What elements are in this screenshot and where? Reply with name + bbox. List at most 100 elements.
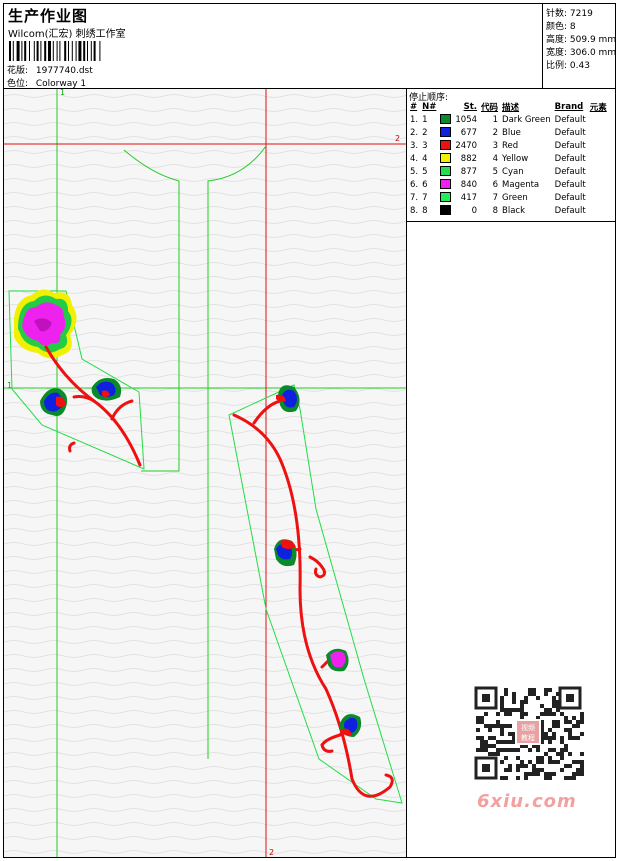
legend-code: 5 [492,166,499,177]
legend-n: 3 [422,140,428,151]
legend-element [588,204,609,217]
legend-header-row: # N# St. 代码 描述 Brand 元素 [408,101,609,113]
color-swatch [440,205,452,216]
legend-stitches: 2470 [455,140,478,151]
legend-stitches: 882 [460,153,478,164]
legend-n: 8 [422,205,428,216]
watermark: 6xiu.com [477,791,577,812]
legend-swatch [438,113,453,126]
legend-n: 7 [422,192,428,203]
legend-brand: Default [554,179,586,190]
legend-row: 6. 6 840 6 Magenta Default [408,178,609,191]
col-brand: Brand [554,102,584,112]
legend-element [588,139,609,152]
legend-index: 8. [410,205,419,216]
legend-index: 6. [410,179,419,190]
legend-element [588,165,609,178]
legend-stitches: 0 [471,205,478,216]
legend-stitches: 1054 [455,114,478,125]
height-value: 509.9 mm [569,35,617,45]
colorway-label: 色位: [7,79,29,89]
col-code: 代码 [481,103,499,113]
stitches-row: 针数: 7219 [546,6,593,19]
scale-value: 0.43 [569,61,590,71]
stop-sequence-legend: 停止顺序: # N# St. 代码 描述 Brand 元素 1. 1 1054 1 Da… [407,89,615,222]
design-label: 花版: [7,66,29,76]
barcode [9,41,101,61]
qr-badge-text-2: 教程 [521,733,535,742]
legend-desc: Yellow [502,153,529,164]
legend-brand: Default [554,127,586,138]
legend-swatch [438,165,453,178]
legend-n: 6 [422,179,428,190]
height-label: 高度: [546,35,568,45]
legend-index: 2. [410,127,419,138]
legend-brand: Default [554,166,586,177]
legend-swatch [438,126,453,139]
stitches-value: 7219 [569,9,593,19]
col-element: 元素 [589,103,607,113]
legend-desc: Green [502,192,528,203]
legend-brand: Default [554,205,586,216]
legend-code: 3 [492,140,499,151]
scale-row: 比例: 0.43 [546,58,590,71]
legend-index: 4. [410,153,419,164]
design-line: 花版: 1977740.dst [7,63,93,76]
legend-index: 1. [410,114,419,125]
legend-index: 3. [410,140,419,151]
axis-label-green-left: 1 [7,381,13,390]
legend-code: 8 [492,205,499,216]
legend-brand: Default [554,192,586,203]
color-swatch [440,127,452,138]
qr-badge-text-1: 视频 [521,723,535,732]
height-row: 高度: 509.9 mm [546,32,616,45]
color-swatch [440,140,452,151]
col-swatch [438,101,453,113]
legend-stitches: 840 [460,179,478,190]
info-box: 针数: 7219 颜色: 8 高度: 509.9 mm 宽度: 306.0 mm… [542,3,616,89]
colors-value: 8 [569,22,576,32]
legend-row: 2. 2 677 2 Blue Default [408,126,609,139]
legend-desc: Magenta [502,179,540,190]
width-row: 宽度: 306.0 mm [546,45,616,58]
legend-element [588,178,609,191]
legend-swatch [438,152,453,165]
legend-row: 4. 4 882 4 Yellow Default [408,152,609,165]
legend-brand: Default [554,153,586,164]
color-swatch [440,192,452,203]
legend-stitches: 417 [460,192,478,203]
col-n: N# [422,102,437,112]
legend-element [588,152,609,165]
legend-row: 1. 1 1054 1 Dark Green Default [408,113,609,126]
design-value: 1977740.dst [35,66,93,76]
header: 生产作业图 Wilcom(汇宏) 刺绣工作室 花版: 1977740.dst 色… [3,3,616,89]
scale-label: 比例: [546,61,568,71]
company-name: Wilcom(汇宏) 刺绣工作室 [8,29,126,40]
width-label: 宽度: [546,48,568,58]
color-swatch [440,179,452,190]
legend-code: 1 [492,114,499,125]
axis-label-red-bottom: 2 [269,848,275,857]
axis-label-red-right: 2 [395,134,401,143]
legend-brand: Default [554,114,586,125]
design-canvas [4,89,407,857]
legend-element [588,191,609,204]
legend-swatch [438,204,453,217]
legend-brand: Default [554,140,586,151]
legend-element [588,126,609,139]
legend-swatch [438,191,453,204]
col-index: # [410,102,418,112]
design-drawing [4,89,406,857]
legend-index: 5. [410,166,419,177]
color-swatch [440,153,452,164]
legend-row: 5. 5 877 5 Cyan Default [408,165,609,178]
legend-n: 5 [422,166,428,177]
legend-desc: Blue [502,127,521,138]
legend-n: 4 [422,153,428,164]
legend-swatch [438,178,453,191]
col-stitches: St. [463,102,478,112]
legend-code: 2 [492,127,499,138]
legend-desc: Cyan [502,166,524,177]
width-value: 306.0 mm [569,48,617,58]
color-swatch [440,114,452,125]
